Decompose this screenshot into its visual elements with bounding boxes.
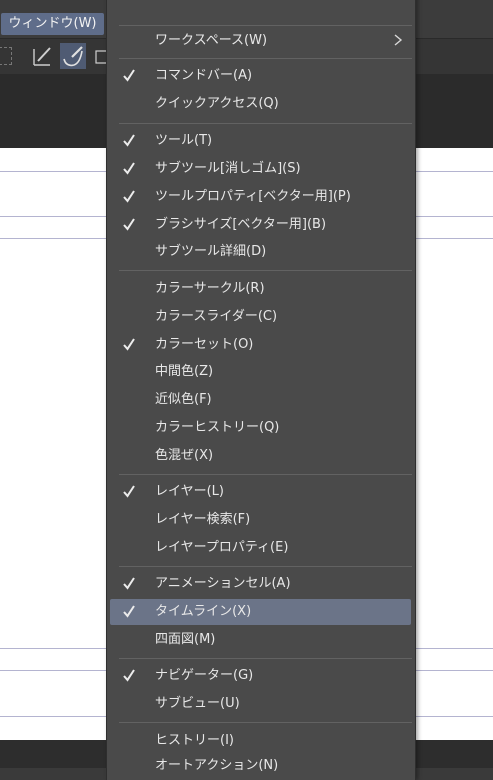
menu-item-intermediate-color[interactable]: 中間色(Z) xyxy=(110,359,411,385)
checkmark-icon xyxy=(122,336,136,352)
checkmark-icon xyxy=(122,160,136,176)
menu-item-auto-action[interactable]: オートアクション(N) xyxy=(110,753,411,779)
brush-icon[interactable] xyxy=(60,43,86,69)
menu-item-label: ワークスペース(W) xyxy=(155,33,268,48)
menu-item-quick-access[interactable]: クイックアクセス(Q) xyxy=(110,91,411,117)
menu-separator xyxy=(119,474,412,475)
window-dropdown-menu: キャンバス(V) ワークスペース(W) コマンドバー(A) クイックアクセス(Q) ツー… xyxy=(106,0,416,780)
menu-separator xyxy=(119,270,412,271)
selection-icon[interactable] xyxy=(0,47,12,65)
menu-item-brush-size[interactable]: ブラシサイズ[ベクター用](B) xyxy=(110,212,411,238)
checkmark-icon xyxy=(122,188,136,204)
menu-item-label: サブツール詳細(D) xyxy=(155,244,267,259)
menu-item-label: 色混ぜ(X) xyxy=(155,448,214,463)
menu-item-timeline[interactable]: タイムライン(X) xyxy=(110,599,411,625)
vector-eraser-icon[interactable] xyxy=(30,43,56,69)
menu-item-command-bar[interactable]: コマンドバー(A) xyxy=(110,63,411,89)
menu-item-label: サブツール[消しゴム](S) xyxy=(155,161,301,176)
menu-item-label: カラースライダー(C) xyxy=(155,309,278,324)
menu-item-label: クイックアクセス(Q) xyxy=(155,96,279,111)
menu-item-sub-tool-detail[interactable]: サブツール詳細(D) xyxy=(110,239,411,265)
menu-item-label: オートアクション(N) xyxy=(155,758,279,773)
checkmark-icon xyxy=(122,67,136,83)
menu-item-label: タイムライン(X) xyxy=(155,604,252,619)
menu-item-label: カラーヒストリー(Q) xyxy=(155,420,280,435)
menu-separator xyxy=(119,658,412,659)
menu-item-approximate-color[interactable]: 近似色(F) xyxy=(110,387,411,413)
menu-item-layer-property[interactable]: レイヤープロパティ(E) xyxy=(110,535,411,561)
menu-item-label: レイヤープロパティ(E) xyxy=(155,540,289,555)
menu-item-sub-view[interactable]: サブビュー(U) xyxy=(110,691,411,717)
menu-item-color-history[interactable]: カラーヒストリー(Q) xyxy=(110,415,411,441)
menu-item-label: キャンバス(V) xyxy=(155,0,239,3)
menu-separator xyxy=(119,722,412,723)
menu-item-color-slider[interactable]: カラースライダー(C) xyxy=(110,304,411,330)
menu-item-label: ナビゲーター(G) xyxy=(155,668,254,683)
menu-item-label: ブラシサイズ[ベクター用](B) xyxy=(155,217,327,232)
menu-item-tool[interactable]: ツール(T) xyxy=(110,128,411,154)
menu-item-label: ツール(T) xyxy=(155,133,213,148)
menu-item-label: コマンドバー(A) xyxy=(155,68,253,83)
menu-item-label: 近似色(F) xyxy=(155,392,212,407)
checkmark-icon xyxy=(122,667,136,683)
menu-item-color-set[interactable]: カラーセット(O) xyxy=(110,332,411,358)
menu-item-workspace[interactable]: ワークスペース(W) xyxy=(110,28,411,54)
menu-item-color-mixing[interactable]: 色混ぜ(X) xyxy=(110,443,411,469)
menu-item-label: アニメーションセル(A) xyxy=(155,576,291,591)
menu-item-animation-cel[interactable]: アニメーションセル(A) xyxy=(110,571,411,597)
menu-item-label: レイヤー検索(F) xyxy=(155,512,251,527)
menu-separator xyxy=(119,58,412,59)
menu-item-layer[interactable]: レイヤー(L) xyxy=(110,479,411,505)
checkmark-icon xyxy=(122,575,136,591)
menu-item-canvas[interactable]: キャンバス(V) xyxy=(110,0,411,7)
menu-item-sub-tool[interactable]: サブツール[消しゴム](S) xyxy=(110,156,411,182)
menu-separator xyxy=(119,123,412,124)
checkmark-icon xyxy=(122,603,136,619)
window-menu-button[interactable]: ウィンドウ(W) xyxy=(1,13,104,35)
menu-separator xyxy=(119,566,412,567)
menu-item-label: カラーサークル(R) xyxy=(155,281,265,296)
menu-item-label: ツールプロパティ[ベクター用](P) xyxy=(155,189,351,204)
menu-item-label: 四面図(M) xyxy=(155,632,216,647)
menu-item-layer-search[interactable]: レイヤー検索(F) xyxy=(110,507,411,533)
menu-item-history[interactable]: ヒストリー(I) xyxy=(110,728,411,754)
menu-item-color-wheel[interactable]: カラーサークル(R) xyxy=(110,276,411,302)
menu-item-label: カラーセット(O) xyxy=(155,337,254,352)
menu-item-label: サブビュー(U) xyxy=(155,696,240,711)
menu-separator xyxy=(119,25,412,26)
checkmark-icon xyxy=(122,132,136,148)
menu-item-label: レイヤー(L) xyxy=(155,484,224,499)
menu-item-label: ヒストリー(I) xyxy=(155,733,234,748)
menu-item-4-view[interactable]: 四面図(M) xyxy=(110,627,411,653)
checkmark-icon xyxy=(122,216,136,232)
menu-item-tool-property[interactable]: ツールプロパティ[ベクター用](P) xyxy=(110,184,411,210)
chevron-right-icon xyxy=(393,33,403,47)
checkmark-icon xyxy=(122,483,136,499)
menu-item-navigator[interactable]: ナビゲーター(G) xyxy=(110,663,411,689)
menu-item-label: 中間色(Z) xyxy=(155,364,214,379)
